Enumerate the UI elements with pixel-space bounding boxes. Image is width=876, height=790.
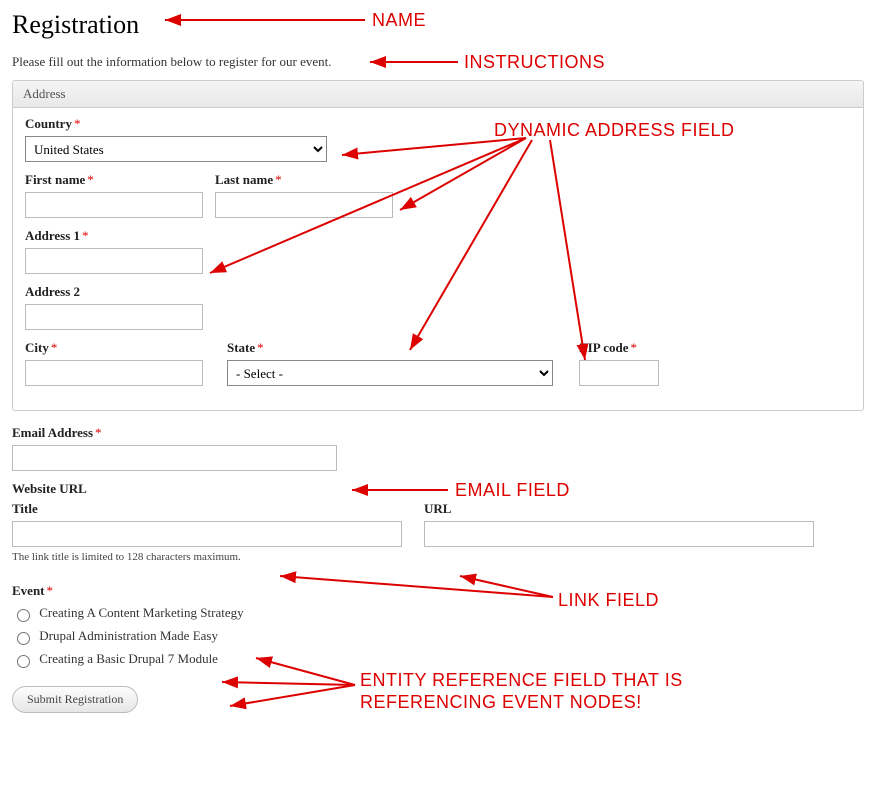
event-radio-0[interactable] (17, 609, 30, 622)
event-option-2[interactable]: Creating a Basic Drupal 7 Module (39, 651, 218, 666)
address-fieldset: Address Country* United States First nam… (12, 80, 864, 411)
link-url-label: URL (424, 501, 814, 517)
first-name-label: First name* (25, 172, 203, 188)
address-legend: Address (13, 81, 863, 108)
instructions-text: Please fill out the information below to… (12, 54, 864, 70)
event-radio-2[interactable] (17, 655, 30, 668)
event-option-0[interactable]: Creating A Content Marketing Strategy (39, 605, 243, 620)
state-label: State* (227, 340, 567, 356)
event-option-1[interactable]: Drupal Administration Made Easy (39, 628, 218, 643)
zip-label: ZIP code* (579, 340, 659, 356)
last-name-label: Last name* (215, 172, 393, 188)
address2-label: Address 2 (25, 284, 851, 300)
country-select[interactable]: United States (25, 136, 327, 162)
country-label: Country* (25, 116, 851, 132)
link-title-input[interactable] (12, 521, 402, 547)
page-title: Registration (12, 10, 864, 40)
website-group-label: Website URL (12, 481, 864, 497)
link-hint: The link title is limited to 128 charact… (12, 551, 864, 563)
link-title-label: Title (12, 501, 402, 517)
address1-input[interactable] (25, 248, 203, 274)
event-label: Event* (12, 583, 864, 599)
address2-input[interactable] (25, 304, 203, 330)
email-input[interactable] (12, 445, 337, 471)
state-select[interactable]: - Select - (227, 360, 553, 386)
city-input[interactable] (25, 360, 203, 386)
city-label: City* (25, 340, 215, 356)
first-name-input[interactable] (25, 192, 203, 218)
submit-button[interactable]: Submit Registration (12, 686, 138, 713)
link-url-input[interactable] (424, 521, 814, 547)
address1-label: Address 1* (25, 228, 851, 244)
last-name-input[interactable] (215, 192, 393, 218)
event-radio-1[interactable] (17, 632, 30, 645)
zip-input[interactable] (579, 360, 659, 386)
email-label: Email Address* (12, 425, 864, 441)
